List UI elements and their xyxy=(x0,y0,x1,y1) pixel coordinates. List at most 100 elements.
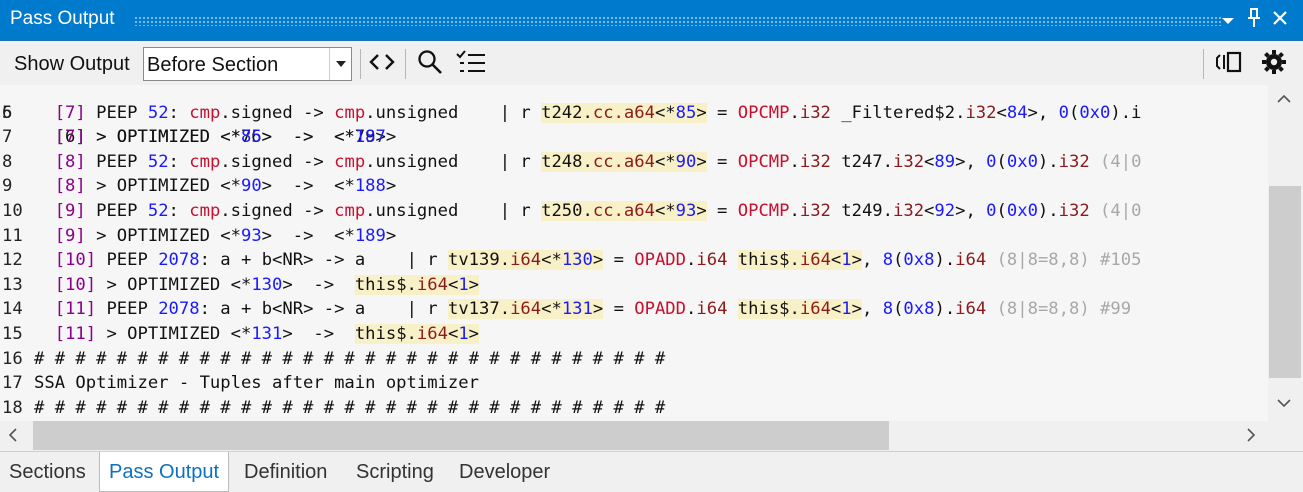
horizontal-scroll-thumb[interactable] xyxy=(33,421,889,450)
code-token: i64 xyxy=(955,250,987,271)
code-token: t247. xyxy=(830,151,893,172)
line-number: 7 xyxy=(2,127,13,148)
section-select[interactable]: Before Section xyxy=(143,47,352,81)
vertical-scrollbar[interactable] xyxy=(1268,85,1303,421)
code-token: : a + b<NR> -> a | r xyxy=(199,250,448,271)
tab-developer[interactable]: Developer xyxy=(450,457,559,491)
code-token: i32 xyxy=(799,151,831,172)
pin-button[interactable] xyxy=(1243,7,1265,33)
code-token: [7] xyxy=(54,127,86,148)
code-token: 85 xyxy=(675,102,697,123)
horizontal-scrollbar[interactable] xyxy=(0,421,1303,451)
code-token: tv137. xyxy=(447,299,511,320)
code-token: .signed -> xyxy=(220,200,335,221)
search-icon xyxy=(417,49,443,79)
code-token: : xyxy=(168,200,190,221)
code-token: < xyxy=(924,151,935,172)
code-token: 131 xyxy=(561,299,593,320)
sync-panel-icon xyxy=(1215,51,1243,77)
tab-scripting[interactable]: Scripting xyxy=(347,457,443,491)
code-token: cmp xyxy=(189,200,221,221)
line-code: # # # # # # # # # # # # # # # # # # # # … xyxy=(34,396,665,421)
pass-output-editor[interactable]: 5 [6] > OPTIMIZED <*76> -> <*79> 6 [7] P… xyxy=(0,85,1303,421)
code-token: (4|0 xyxy=(1089,151,1142,172)
filter-button[interactable] xyxy=(455,50,487,78)
line-number: 10 xyxy=(2,200,23,221)
code-token: > xyxy=(468,323,480,344)
line-code: [9] > OPTIMIZED <*93> -> <*189> xyxy=(34,224,397,249)
code-token: >, xyxy=(955,151,987,172)
code-token: > xyxy=(385,127,397,148)
line-number: 17 xyxy=(2,373,23,394)
tab-sections[interactable]: Sections xyxy=(0,457,95,491)
line-code: [7] PEEP 52: cmp.signed -> cmp.unsigned … xyxy=(34,101,1141,126)
code-token: (8|8=8,8) #105 xyxy=(986,250,1142,271)
drag-grip[interactable] xyxy=(134,16,1221,26)
line-code: SSA Optimizer - Tuples after main optimi… xyxy=(34,371,479,396)
code-token: OPADD xyxy=(634,299,687,320)
code-token: .signed -> xyxy=(220,151,335,172)
line-code: [8] > OPTIMIZED <*90> -> <*188> xyxy=(34,174,397,199)
line-number: 9 xyxy=(2,176,13,197)
scroll-right-arrow[interactable] xyxy=(1246,428,1256,442)
code-token: 130 xyxy=(251,274,283,295)
editor-line: 5 [6] > OPTIMIZED <*76> -> <*79> xyxy=(0,85,1268,148)
code-token: # # # # # # # # # # # # # # # # # # # # … xyxy=(34,348,666,369)
code-token: > OPTIMIZED <* xyxy=(85,127,241,148)
code-token: 0x8 xyxy=(903,250,935,271)
code-token: this$. xyxy=(354,274,417,295)
code-token: 131 xyxy=(251,323,283,344)
code-token: > xyxy=(851,299,862,320)
settings-button[interactable] xyxy=(1260,50,1288,78)
line-number: 16 xyxy=(2,348,23,369)
toolbar-separator xyxy=(360,49,361,79)
code-brackets-icon xyxy=(369,52,395,76)
code-token: < xyxy=(447,274,459,295)
code-token: OPCMP xyxy=(737,102,790,123)
window-menu-button[interactable] xyxy=(1217,7,1239,33)
close-button[interactable] xyxy=(1269,7,1291,33)
code-token: > -> <* xyxy=(261,225,355,246)
code-token: . xyxy=(686,250,697,271)
code-token: > xyxy=(592,299,604,320)
line-code: [10] > OPTIMIZED <*130> -> this$.i64<1> xyxy=(34,273,480,298)
code-token: > xyxy=(696,102,707,123)
bottom-tab-bar: Sections Pass Output Definition Scriptin… xyxy=(0,451,1303,492)
editor-line: 12 [10] PEEP 2078: a + b<NR> -> a | r tv… xyxy=(0,248,1268,273)
scroll-left-arrow[interactable] xyxy=(8,428,18,442)
code-token: 1 xyxy=(841,299,852,320)
line-code: [11] > OPTIMIZED <*131> -> this$.i64<1> xyxy=(34,322,480,347)
code-token: cc.a64 xyxy=(592,200,655,221)
code-token: [11] xyxy=(54,299,97,320)
search-button[interactable] xyxy=(416,50,444,78)
code-view-button[interactable] xyxy=(368,50,396,78)
line-number: 13 xyxy=(2,274,23,295)
vertical-scroll-thumb[interactable] xyxy=(1269,186,1301,378)
code-token: > xyxy=(468,274,480,295)
code-token: = xyxy=(706,200,738,221)
close-icon xyxy=(1272,10,1288,30)
code-token: 0x0 xyxy=(1079,102,1111,123)
line-code: [7] > OPTIMIZED <*85> -> <*187> xyxy=(34,125,397,150)
chevron-down-icon[interactable] xyxy=(329,48,351,80)
code-token: , xyxy=(862,250,883,271)
editor-line: 15 [11] > OPTIMIZED <*131> -> this$.i64<… xyxy=(0,322,1268,347)
sync-button[interactable] xyxy=(1215,50,1243,78)
editor-lines: 5 [6] > OPTIMIZED <*76> -> <*79> 6 [7] P… xyxy=(0,85,1268,420)
code-token: 1 xyxy=(458,274,469,295)
code-token: (8|8=8,8) #99 xyxy=(986,299,1132,320)
code-token: < xyxy=(830,299,842,320)
code-token: 188 xyxy=(354,176,386,197)
tab-pass-output[interactable]: Pass Output xyxy=(99,452,230,492)
code-token: 0x8 xyxy=(903,299,935,320)
scroll-down-arrow[interactable] xyxy=(1277,398,1291,408)
scroll-up-arrow[interactable] xyxy=(1277,94,1291,104)
code-token: > OPTIMIZED <* xyxy=(96,274,252,295)
code-token: > xyxy=(592,250,604,271)
code-token: <* xyxy=(654,200,676,221)
tab-definition[interactable]: Definition xyxy=(235,457,336,491)
code-token: 84 xyxy=(1006,102,1028,123)
